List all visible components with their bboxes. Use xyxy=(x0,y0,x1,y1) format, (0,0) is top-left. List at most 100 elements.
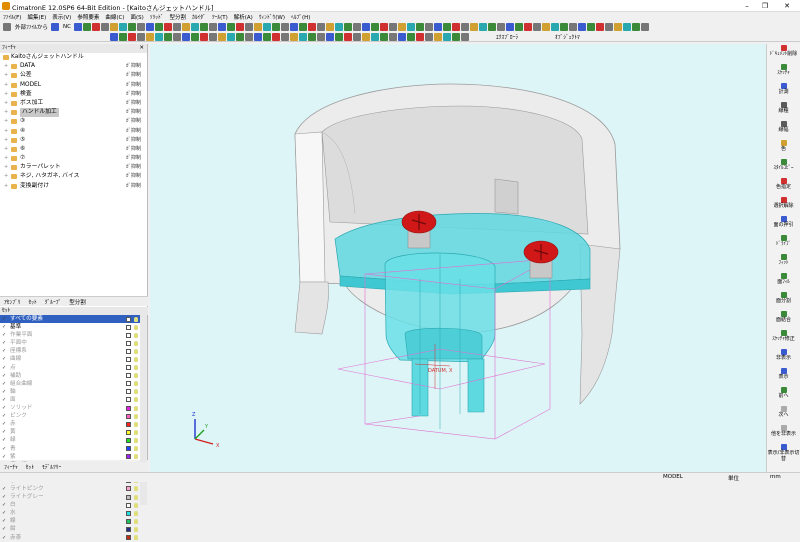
toolbar-tool-icon[interactable] xyxy=(145,23,154,31)
command-button[interactable]: 他を非表示 xyxy=(767,424,800,443)
toolbar-tool-icon[interactable] xyxy=(550,23,559,31)
command-button[interactable]: 線幅 xyxy=(767,120,800,139)
toolbar-tool-icon[interactable] xyxy=(91,23,100,31)
layer-visible-icon[interactable]: ✓ xyxy=(2,404,6,412)
bulb-icon[interactable] xyxy=(134,446,138,451)
bulb-icon[interactable] xyxy=(134,373,138,379)
toolbar-tool-icon[interactable] xyxy=(181,23,190,31)
toolbar-tool-icon[interactable] xyxy=(182,32,190,41)
toolbar-tool-icon[interactable] xyxy=(370,23,379,31)
layer-visible-icon[interactable]: ✓ xyxy=(2,372,6,380)
command-button[interactable]: 面結合 xyxy=(767,310,800,329)
bulb-icon[interactable] xyxy=(134,502,138,508)
toolbar-tool-icon[interactable] xyxy=(245,32,253,41)
nc-icon[interactable] xyxy=(51,23,60,31)
layer-row[interactable]: ✓ ソリッド xyxy=(0,404,140,412)
toolbar-tool-icon[interactable] xyxy=(442,23,451,31)
toolbar-tool-icon[interactable] xyxy=(379,23,388,31)
menu-item[interactable]: 表示(V) xyxy=(52,13,71,21)
command-button[interactable]: 非表示 xyxy=(767,348,800,367)
toolbar-tool-icon[interactable] xyxy=(416,32,424,41)
command-button[interactable]: 色指定 xyxy=(767,177,800,196)
layer-row[interactable]: ✓ ピンク xyxy=(0,412,140,420)
layer-visible-icon[interactable]: ✓ xyxy=(2,453,6,461)
toolbar-tool-icon[interactable] xyxy=(73,23,82,31)
command-button[interactable]: 線種 xyxy=(767,101,800,120)
layer-visible-icon[interactable]: ✓ xyxy=(2,436,6,444)
expand-icon[interactable]: + xyxy=(4,136,8,145)
command-button[interactable]: 色 xyxy=(767,139,800,158)
toolbar-tool-icon[interactable] xyxy=(362,32,370,41)
bulb-icon[interactable] xyxy=(134,429,138,435)
layer-visible-icon[interactable]: ✓ xyxy=(2,493,6,501)
bulb-icon[interactable] xyxy=(134,454,138,460)
feature-tab[interactable]: 型分割 xyxy=(69,298,86,306)
graphics-viewport[interactable]: DATUM, X Z X Y xyxy=(150,44,766,472)
toolbar-tool-icon[interactable] xyxy=(208,23,217,31)
layer-row[interactable]: ✓ 平面中 xyxy=(0,339,140,347)
feature-tab[interactable]: ｾｯﾄ xyxy=(29,298,37,306)
layer-row[interactable]: ✓ 補助 xyxy=(0,372,140,380)
toolbar-tool-icon[interactable] xyxy=(146,32,154,41)
layer-visible-icon[interactable]: ✓ xyxy=(2,396,6,404)
bulb-icon[interactable] xyxy=(134,421,138,427)
layer-row[interactable]: ✓ 赤茶 xyxy=(0,534,140,542)
toolbar-tool-icon[interactable] xyxy=(397,23,406,31)
minimize-button[interactable]: – xyxy=(740,1,754,11)
bulb-icon[interactable] xyxy=(134,381,138,387)
toolbar-tool-icon[interactable] xyxy=(514,23,523,31)
menu-item[interactable]: ｿﾘｯﾄﾞ xyxy=(150,13,164,21)
toolbar-tool-icon[interactable] xyxy=(253,23,262,31)
toolbar-tool-icon[interactable] xyxy=(622,23,631,31)
expand-icon[interactable]: + xyxy=(4,127,8,136)
layer-row[interactable]: ✓ 作業平面 xyxy=(0,331,140,339)
toolbar-tool-icon[interactable] xyxy=(461,32,469,41)
toolbar-tool-icon[interactable] xyxy=(398,32,406,41)
layer-row[interactable]: ✓ 赤 xyxy=(0,420,140,428)
toolbar-tool-icon[interactable] xyxy=(613,23,622,31)
toolbar-tool-icon[interactable] xyxy=(443,32,451,41)
toolbar-tool-icon[interactable] xyxy=(496,23,505,31)
toolbar-tool-icon[interactable] xyxy=(289,23,298,31)
menu-item[interactable]: ﾍﾙﾌﾟ(H) xyxy=(291,13,310,21)
menu-item[interactable]: 曲線(C) xyxy=(105,13,124,21)
command-button[interactable]: ﾌｨｯﾄ xyxy=(767,253,800,272)
menu-item[interactable]: ｶﾙｲﾀﾞ xyxy=(192,13,206,21)
tree-item[interactable]: + 検査 ｶﾞ抑制 xyxy=(0,90,147,99)
bulb-icon[interactable] xyxy=(134,324,138,330)
toolbar-tool-icon[interactable] xyxy=(389,32,397,41)
toolbar-tool-icon[interactable] xyxy=(334,23,343,31)
layer-visible-icon[interactable]: ✓ xyxy=(2,412,6,420)
menu-item[interactable]: 型分割 xyxy=(170,13,187,21)
expand-icon[interactable]: + xyxy=(4,99,8,108)
panel-tab[interactable]: ｾｯﾄ xyxy=(26,463,34,471)
menu-item[interactable]: ﾌｧｲﾙ(F) xyxy=(3,13,21,21)
toolbar-tool-icon[interactable] xyxy=(317,32,325,41)
toolbar-tool-icon[interactable] xyxy=(172,23,181,31)
toolbar-tool-icon[interactable] xyxy=(263,32,271,41)
toolbar-tool-icon[interactable] xyxy=(451,23,460,31)
toolbar-tool-icon[interactable] xyxy=(298,23,307,31)
toolbar-tool-icon[interactable] xyxy=(595,23,604,31)
tree-item[interactable]: + ハンドル加工 ｶﾞ抑制 xyxy=(0,108,147,118)
toolbar-tool-icon[interactable] xyxy=(119,32,127,41)
menu-item[interactable]: 参照要素 xyxy=(77,13,99,21)
layer-row[interactable]: ✓ 基準 xyxy=(0,323,140,331)
toolbar-tool-icon[interactable] xyxy=(307,23,316,31)
toolbar-tool-icon[interactable] xyxy=(532,23,541,31)
toolbar-tool-icon[interactable] xyxy=(380,32,388,41)
layer-visible-icon[interactable]: ✓ xyxy=(2,445,6,453)
menu-item[interactable]: 編集(E) xyxy=(27,13,46,21)
expand-icon[interactable]: + xyxy=(4,182,8,191)
panel-tab[interactable]: ﾌｨｰﾁｬ xyxy=(4,463,18,471)
toolbar-tool-icon[interactable] xyxy=(163,23,172,31)
layer-row[interactable]: ✓ 組合曲線 xyxy=(0,380,140,388)
import-icon[interactable] xyxy=(3,23,11,31)
layer-visible-icon[interactable]: ✓ xyxy=(2,509,6,517)
bulb-icon[interactable] xyxy=(134,316,138,322)
layer-row[interactable]: ✓ 緑 xyxy=(0,436,140,444)
expand-icon[interactable]: + xyxy=(4,172,8,181)
layer-visible-icon[interactable]: ✓ xyxy=(2,347,6,355)
layer-row[interactable]: ✓ ライトグレー xyxy=(0,493,140,501)
layer-visible-icon[interactable]: ✓ xyxy=(2,388,6,396)
